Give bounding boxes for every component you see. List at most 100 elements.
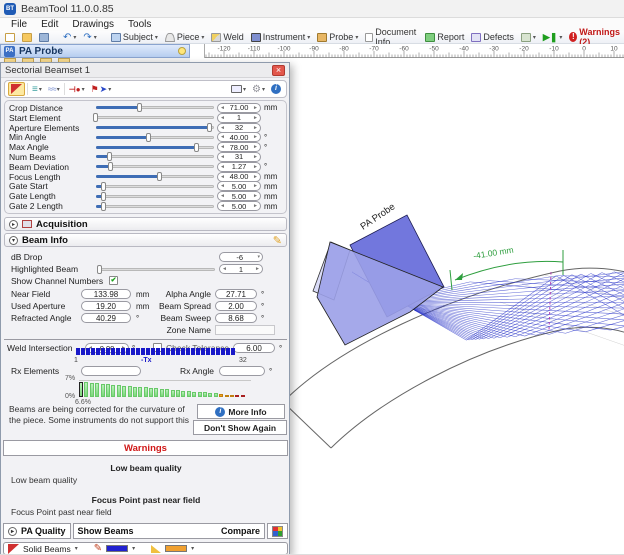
wedge-color-swatch[interactable]	[165, 545, 187, 552]
collapse-icon[interactable]: ▾	[9, 236, 18, 245]
compare-colors-button[interactable]	[267, 523, 288, 539]
warnings-header[interactable]: Warnings	[3, 440, 288, 456]
solid-beams-select[interactable]: Solid Beams	[23, 544, 71, 554]
value-stepper[interactable]: ◄1►	[217, 113, 261, 123]
app-title: BeamTool 11.0.0.85	[21, 3, 114, 15]
show-beams-bar[interactable]: Show BeamsCompare	[73, 523, 265, 539]
compare-button[interactable]: Compare	[221, 526, 260, 536]
slider-row-focus-length: Focus Length◄48.00►mm	[9, 172, 282, 181]
more-info-button[interactable]: iMore Info	[197, 404, 285, 419]
undo-button[interactable]: ↶▾	[61, 31, 78, 43]
slider-label: Min Angle	[9, 132, 93, 142]
value-stepper[interactable]: ◄71.00►	[217, 103, 261, 113]
probe-button[interactable]: Probe▾	[315, 31, 360, 43]
slider-track[interactable]	[96, 162, 214, 171]
gate-options-button[interactable]: ⊣●▾	[67, 82, 87, 96]
refracted-angle-row: Refracted Angle 40.29 ° Beam Sweep 8.68 …	[1, 313, 291, 324]
piece-end-cut	[283, 402, 331, 448]
pa-quality-section[interactable]: ▸PA Quality	[3, 523, 71, 539]
db-drop-select[interactable]: -6▾	[219, 252, 263, 262]
beamset-type-button[interactable]	[8, 82, 25, 96]
edit-pencil-icon[interactable]: ✎	[273, 234, 282, 247]
rx-row: Rx Elements Rx Angle °	[1, 366, 291, 377]
slider-track[interactable]	[96, 133, 214, 142]
rx-elements-field[interactable]	[81, 366, 141, 376]
slider-track[interactable]	[96, 143, 214, 152]
beam-color-swatch[interactable]	[106, 545, 128, 552]
document-info-button[interactable]: Document Info	[363, 31, 420, 43]
acquisition-section-header[interactable]: ▸ Acquisition	[4, 217, 287, 231]
tx-element-strip	[76, 348, 235, 355]
beam-info-section-header[interactable]: ▾ Beam Info ✎	[4, 233, 287, 247]
warnings-button[interactable]: !Warnings (2)▾	[567, 31, 624, 43]
app-icon: BT	[4, 3, 16, 15]
highlighted-beam-stepper[interactable]: ◄1►	[219, 264, 263, 274]
slider-track[interactable]	[96, 182, 214, 191]
weld-button[interactable]: Weld	[209, 31, 245, 43]
open-folder-icon	[22, 33, 32, 42]
bulb-icon[interactable]	[178, 47, 186, 55]
dont-show-again-button[interactable]: Don't Show Again	[193, 420, 287, 435]
marker-options-button[interactable]: ⚑➤▾	[89, 82, 114, 96]
menu-tools[interactable]: Tools	[121, 19, 158, 30]
slider-track[interactable]	[96, 152, 214, 161]
subject-button[interactable]: Subject▾	[109, 31, 160, 43]
slider-row-crop-distance: Crop Distance◄71.00►mm	[9, 103, 282, 112]
value-stepper[interactable]: ◄40.00►	[217, 132, 261, 142]
slider-track[interactable]	[96, 113, 214, 122]
defects-button[interactable]: Defects	[469, 31, 516, 43]
display-options-button[interactable]: ▾	[229, 82, 248, 96]
pa-probe-panel-header[interactable]: PA PA Probe	[0, 44, 190, 58]
instrument-button[interactable]: Instrument▾	[249, 31, 313, 43]
open-button[interactable]	[20, 31, 34, 43]
report-button[interactable]: Report	[423, 31, 466, 43]
value-stepper[interactable]: ◄48.00►	[217, 172, 261, 182]
beam-spread-value: 2.00	[215, 301, 257, 311]
slider-track[interactable]	[96, 192, 214, 201]
zone-name-row: Zone Name	[1, 325, 291, 336]
svg-text:10: 10	[610, 46, 618, 53]
svg-text:-30: -30	[489, 46, 499, 53]
new-button[interactable]	[3, 31, 17, 43]
unit-label: °	[264, 162, 282, 171]
value-stepper[interactable]: ◄31►	[217, 152, 261, 162]
value-stepper[interactable]: ◄32►	[217, 123, 261, 133]
settings-button[interactable]: ⚙▾	[250, 82, 267, 96]
slider-label: Crop Distance	[9, 103, 93, 113]
info-icon: i	[215, 407, 225, 417]
linear-options-button[interactable]: ≡▾	[30, 82, 44, 96]
slider-track[interactable]	[96, 172, 214, 181]
slider-track[interactable]	[96, 103, 214, 112]
wave-options-button[interactable]: ≈≈▾	[46, 82, 62, 96]
show-channel-numbers-checkbox[interactable]: ✔	[109, 276, 118, 285]
menu-file[interactable]: File	[4, 19, 34, 30]
menu-drawings[interactable]: Drawings	[65, 19, 121, 30]
svg-text:-70: -70	[369, 46, 379, 53]
dropdown-arrow-icon: ▾	[39, 86, 42, 93]
slider-track[interactable]	[96, 123, 214, 132]
lines-icon: ≡	[32, 84, 38, 95]
redo-icon: ↷	[83, 32, 91, 43]
redo-button[interactable]: ↷▾	[81, 31, 98, 43]
expand-icon[interactable]: ▸	[9, 220, 18, 229]
highlighted-beam-slider[interactable]	[97, 265, 215, 274]
piece-button[interactable]: Piece▾	[163, 31, 207, 43]
dropdown-arrow-icon: ▾	[559, 34, 562, 41]
menu-edit[interactable]: Edit	[34, 19, 65, 30]
used-aperture-value: 19.20	[81, 301, 131, 311]
rx-angle-field[interactable]	[219, 366, 265, 376]
value-stepper[interactable]: ◄5.00►	[217, 201, 261, 211]
close-button[interactable]: ×	[272, 65, 285, 76]
value-stepper[interactable]: ◄5.00►	[217, 191, 261, 201]
value-stepper[interactable]: ◄5.00►	[217, 181, 261, 191]
image-tools-button[interactable]: ▾	[519, 31, 538, 43]
warning-item-header: Low beam quality	[1, 463, 291, 473]
save-button[interactable]	[37, 31, 51, 43]
value-stepper[interactable]: ◄78.00►	[217, 142, 261, 152]
slider-track[interactable]	[96, 202, 214, 211]
window-header[interactable]: Sectorial Beamset 1 ×	[1, 63, 289, 78]
info-button[interactable]: i	[269, 82, 283, 96]
value-stepper[interactable]: ◄1.27►	[217, 162, 261, 172]
simulate-button[interactable]: ▶❚▾	[541, 31, 564, 43]
zone-name-field[interactable]	[215, 325, 275, 335]
